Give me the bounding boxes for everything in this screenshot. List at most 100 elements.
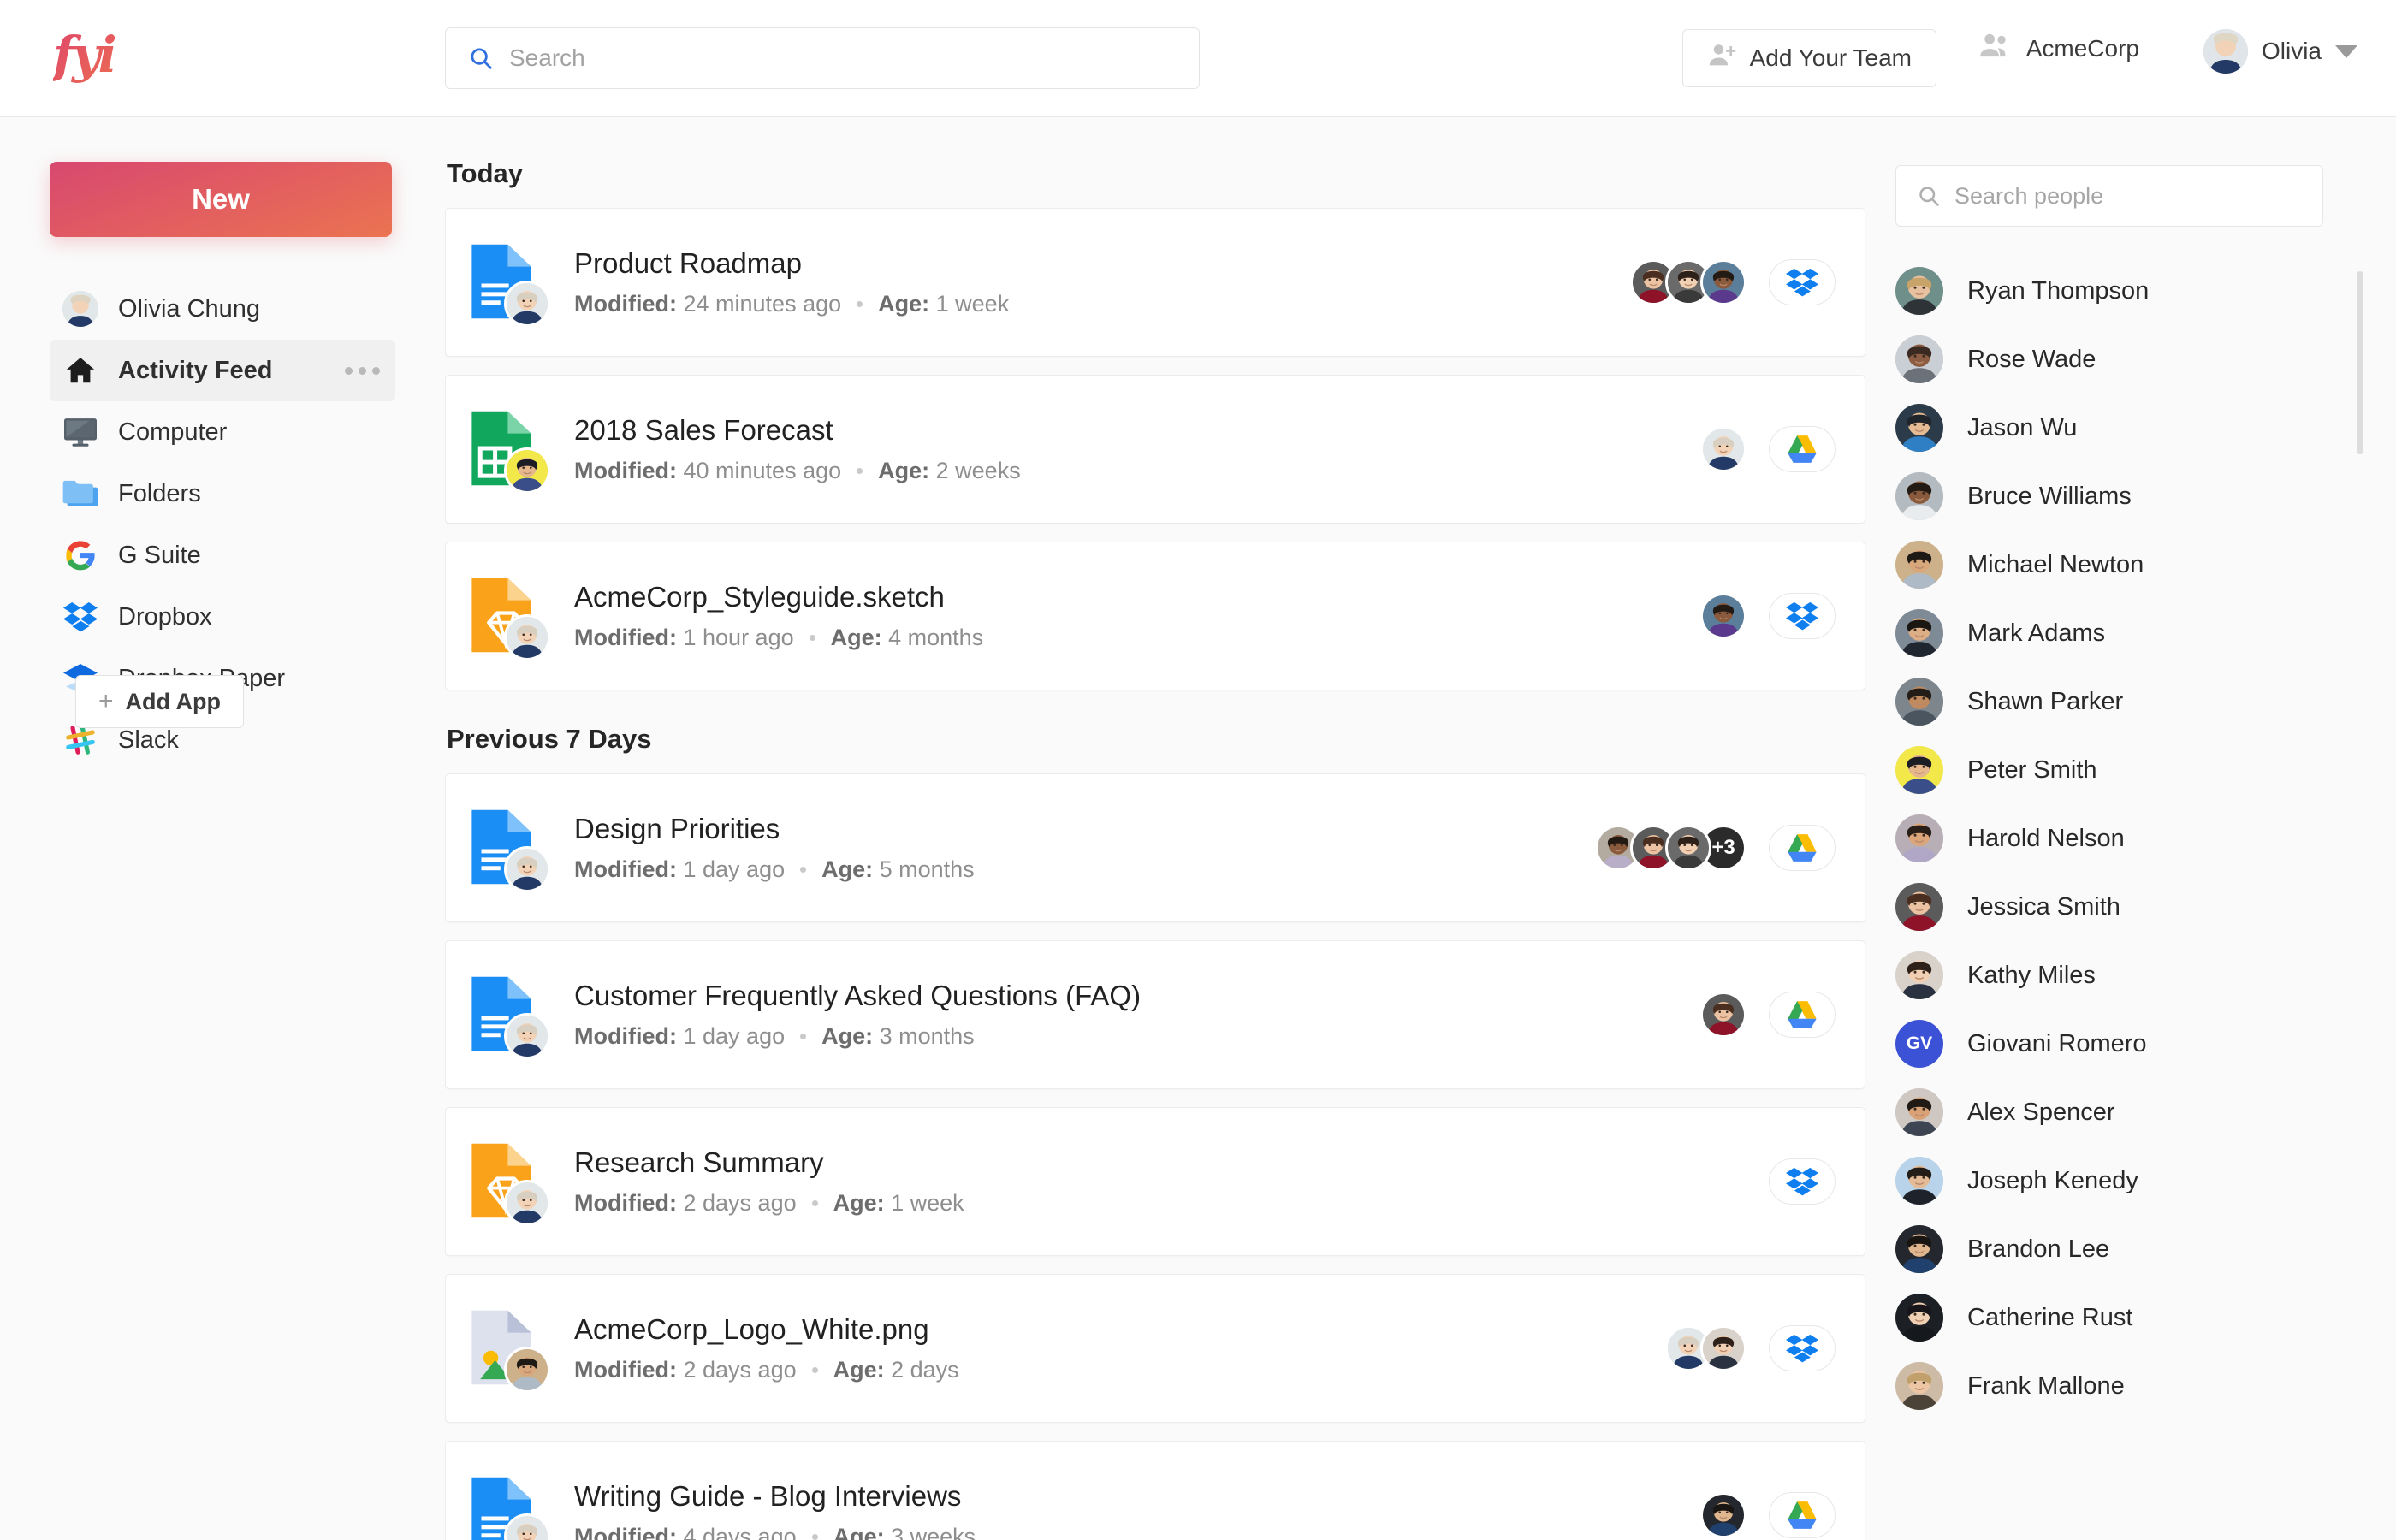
avatar [1895, 541, 1943, 589]
sidebar-item-activity-feed[interactable]: Activity Feed [50, 340, 395, 401]
file-card[interactable]: Product Roadmap Modified: 24 minutes ago… [445, 208, 1865, 357]
global-search[interactable]: Search [445, 27, 1200, 89]
age-label: Age: [878, 291, 930, 317]
person-list-item[interactable]: Michael Newton [1895, 530, 2383, 599]
file-card-actions [1700, 426, 1836, 472]
file-card[interactable]: AcmeCorp_Styleguide.sketch Modified: 1 h… [445, 542, 1865, 690]
google-drive-service-badge[interactable] [1769, 1492, 1836, 1538]
age-label: Age: [821, 856, 874, 882]
dropbox-service-badge[interactable] [1769, 1325, 1836, 1371]
file-meta: Modified: 24 minutes ago Age: 1 week [574, 291, 1630, 317]
feed-group-previous-7-days: Previous 7 Days Design Priorities Modifi… [445, 724, 1883, 1540]
person-list-item[interactable]: Shawn Parker [1895, 667, 2383, 736]
collaborator-avatars[interactable] [1700, 992, 1747, 1038]
sidebar-item-label: Dropbox [118, 602, 212, 631]
sidebar-item-dropbox[interactable]: Dropbox [50, 586, 395, 648]
collaborator-avatars[interactable] [1630, 259, 1747, 305]
file-name[interactable]: Customer Frequently Asked Questions (FAQ… [574, 980, 1700, 1012]
file-card[interactable]: Writing Guide - Blog Interviews Modified… [445, 1441, 1865, 1540]
file-card-list: Design Priorities Modified: 1 day ago Ag… [445, 773, 1883, 1540]
search-icon [1917, 184, 1941, 208]
file-card[interactable]: AcmeCorp_Logo_White.png Modified: 2 days… [445, 1274, 1865, 1423]
file-name[interactable]: Research Summary [574, 1146, 1747, 1179]
person-list-item[interactable]: Mark Adams [1895, 599, 2383, 667]
file-name[interactable]: Writing Guide - Blog Interviews [574, 1480, 1700, 1513]
modified-label: Modified: [574, 1190, 677, 1216]
sidebar-item-g-suite[interactable]: G Suite [50, 524, 395, 586]
chevron-down-icon[interactable] [2335, 44, 2357, 58]
person-list-item[interactable]: Jessica Smith [1895, 873, 2383, 941]
person-list-item[interactable]: Alex Spencer [1895, 1078, 2383, 1146]
user-menu[interactable]: Olivia [2203, 29, 2357, 74]
collaborator-avatars[interactable] [1665, 1325, 1747, 1371]
dropbox-service-badge[interactable] [1769, 259, 1836, 305]
file-name[interactable]: Product Roadmap [574, 247, 1630, 280]
age-label: Age: [878, 458, 930, 483]
file-card-actions [1700, 992, 1836, 1038]
avatar [1895, 883, 1943, 931]
file-name[interactable]: AcmeCorp_Styleguide.sketch [574, 581, 1700, 613]
google-drive-service-badge[interactable] [1769, 426, 1836, 472]
collaborator-avatars[interactable] [1700, 593, 1747, 639]
person-list-item[interactable]: Frank Mallone [1895, 1352, 2383, 1420]
team-icon [1978, 31, 2011, 66]
sidebar-item-label: Slack [118, 726, 179, 754]
people-search[interactable]: Search people [1895, 165, 2323, 227]
avatar[interactable] [1700, 259, 1747, 305]
file-name[interactable]: AcmeCorp_Logo_White.png [574, 1313, 1665, 1346]
monitor-icon [62, 413, 99, 451]
avatar [1895, 1362, 1943, 1410]
person-name: Peter Smith [1967, 755, 2097, 784]
modified-value: 2 days ago [683, 1190, 797, 1216]
add-person-icon [1707, 41, 1736, 76]
avatar[interactable] [1700, 992, 1747, 1038]
modified-label: Modified: [574, 458, 677, 483]
file-name[interactable]: Design Priorities [574, 813, 1595, 845]
file-name[interactable]: 2018 Sales Forecast [574, 414, 1700, 447]
google-drive-service-badge[interactable] [1769, 825, 1836, 871]
avatar[interactable] [1700, 426, 1747, 472]
owner-avatar [504, 1180, 550, 1226]
meta-separator [809, 635, 815, 641]
person-list-item[interactable]: Harold Nelson [1895, 804, 2383, 873]
avatar[interactable] [1700, 593, 1747, 639]
add-your-team-button[interactable]: Add Your Team [1681, 29, 1936, 87]
file-card[interactable]: Design Priorities Modified: 1 day ago Ag… [445, 773, 1865, 922]
collaborator-avatars[interactable]: +3 [1595, 825, 1747, 871]
dropbox-service-badge[interactable] [1769, 1158, 1836, 1205]
collaborator-avatars[interactable] [1700, 1492, 1747, 1538]
file-card[interactable]: 2018 Sales Forecast Modified: 40 minutes… [445, 375, 1865, 524]
more-options-icon[interactable] [345, 366, 380, 375]
people-panel: Search people Ryan Thompson Rose Wade Jaso… [1883, 117, 2396, 1540]
avatar[interactable] [1700, 1492, 1747, 1538]
app-logo[interactable]: fyi [53, 26, 117, 84]
person-name: Alex Spencer [1967, 1098, 2115, 1126]
sidebar-item-label: Activity Feed [118, 356, 273, 384]
person-list-item[interactable]: Jason Wu [1895, 394, 2383, 462]
person-name: Ryan Thompson [1967, 276, 2150, 305]
person-list-item[interactable]: Joseph Kenedy [1895, 1146, 2383, 1215]
collaborator-avatars[interactable] [1700, 426, 1747, 472]
sidebar-item-computer[interactable]: Computer [50, 401, 395, 463]
file-card[interactable]: Research Summary Modified: 2 days ago Ag… [445, 1107, 1865, 1256]
new-button[interactable]: New [50, 162, 392, 237]
avatar[interactable] [1700, 1325, 1747, 1371]
org-switcher[interactable]: AcmeCorp [1978, 31, 2139, 66]
sidebar-item-folders[interactable]: Folders [50, 463, 395, 524]
person-list-item[interactable]: Rose Wade [1895, 325, 2383, 394]
person-list-item[interactable]: Bruce Williams [1895, 462, 2383, 530]
person-list-item[interactable]: Kathy Miles [1895, 941, 2383, 1010]
dropbox-service-badge[interactable] [1769, 593, 1836, 639]
sidebar-item-olivia-chung[interactable]: Olivia Chung [50, 278, 395, 340]
person-list-item[interactable]: Brandon Lee [1895, 1215, 2383, 1283]
add-app-button[interactable]: + Add App [75, 675, 244, 728]
file-card[interactable]: Customer Frequently Asked Questions (FAQ… [445, 940, 1865, 1089]
person-list-item[interactable]: Ryan Thompson [1895, 257, 2383, 325]
age-value: 3 months [879, 1023, 975, 1049]
person-list-item[interactable]: Catherine Rust [1895, 1283, 2383, 1352]
google-drive-service-badge[interactable] [1769, 992, 1836, 1038]
avatar[interactable] [1665, 825, 1711, 871]
person-list-item[interactable]: Peter Smith [1895, 736, 2383, 804]
person-list-item[interactable]: GV Giovani Romero [1895, 1010, 2383, 1078]
people-scrollbar[interactable] [2357, 271, 2363, 454]
